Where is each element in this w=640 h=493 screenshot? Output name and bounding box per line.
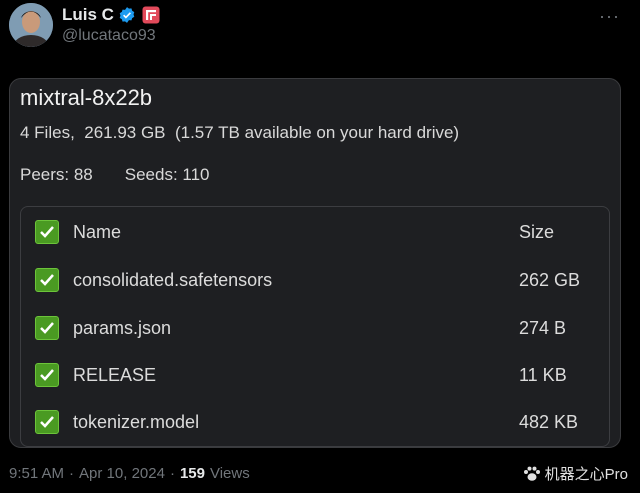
watermark: 机器之心Pro [523, 463, 628, 484]
file-size: 11 KB [519, 364, 567, 385]
check-icon [40, 322, 54, 334]
check-icon [40, 226, 54, 238]
torrent-info-card[interactable]: mixtral-8x22b 4 Files, 261.93 GB (1.57 T… [9, 78, 621, 448]
column-header-size[interactable]: Size [519, 222, 554, 243]
watermark-text: 机器之心Pro [544, 466, 628, 483]
file-name: tokenizer.model [73, 411, 200, 432]
table-row[interactable]: consolidated.safetensors 262 GB [21, 265, 609, 295]
affiliation-badge-icon[interactable] [142, 6, 160, 24]
post-date[interactable]: Apr 10, 2024 [79, 465, 165, 482]
file-checkbox[interactable] [35, 410, 59, 434]
check-icon [40, 369, 54, 381]
file-name: consolidated.safetensors [73, 269, 273, 290]
column-header-name[interactable]: Name [73, 222, 121, 243]
select-all-checkbox[interactable] [35, 220, 59, 244]
separator-dot: · [169, 465, 175, 482]
avatar[interactable] [9, 3, 53, 47]
table-header-row: Name Size [21, 217, 609, 247]
table-row[interactable]: params.json 274 B [21, 313, 609, 343]
author-display-name[interactable]: Luis C [62, 5, 114, 25]
seeds-count: Seeds: 110 [124, 165, 210, 184]
file-name: params.json [73, 317, 172, 338]
file-checkbox[interactable] [35, 316, 59, 340]
file-name: RELEASE [73, 364, 157, 385]
post-metadata: 9:51 AM · Apr 10, 2024 · 159 Views [9, 465, 250, 482]
check-icon [40, 416, 54, 428]
table-row[interactable]: RELEASE 11 KB [21, 360, 609, 390]
file-size: 262 GB [519, 269, 581, 290]
views-label: Views [209, 465, 250, 482]
files-summary: 4 Files, 261.93 GB (1.57 TB available on… [20, 123, 460, 142]
file-size: 482 KB [519, 411, 579, 432]
author-handle[interactable]: @lucataco93 [62, 27, 156, 45]
avatar-image [9, 3, 53, 47]
table-row[interactable]: tokenizer.model 482 KB [21, 407, 609, 437]
check-icon [40, 274, 54, 286]
file-checkbox[interactable] [35, 268, 59, 292]
file-size: 274 B [519, 317, 567, 338]
peer-stats: Peers: 88 Seeds: 110 [20, 165, 210, 185]
repo-title: mixtral-8x22b [20, 85, 153, 110]
paw-icon [523, 466, 540, 481]
file-table: Name Size consolidated.safetensors 262 G… [20, 206, 610, 447]
views-count: 159 [179, 465, 205, 482]
verified-badge-icon [118, 6, 136, 24]
post-time[interactable]: 9:51 AM [9, 465, 64, 482]
more-options-icon[interactable]: ··· [599, 6, 620, 27]
file-checkbox[interactable] [35, 363, 59, 387]
separator-dot: · [69, 465, 75, 482]
peers-count: Peers: 88 [20, 165, 93, 184]
